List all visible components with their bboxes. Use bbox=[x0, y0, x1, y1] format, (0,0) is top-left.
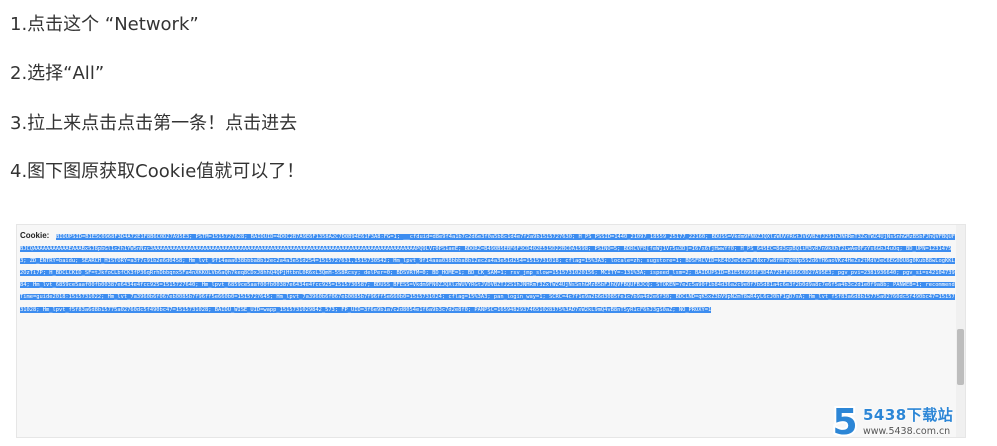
cookie-value: BIDUPSID=B1E5C0968F3D4A72E1F8B6C0D27A95E… bbox=[20, 231, 956, 316]
svg-text:5: 5 bbox=[832, 402, 857, 440]
scrollbar-thumb[interactable] bbox=[957, 329, 964, 385]
step-4-text: 4.图下图原获取Cookie值就可以了！ bbox=[10, 161, 305, 182]
site-watermark: 5 5 5438下载站 www.5438.com.cn bbox=[829, 402, 991, 442]
watermark-site-name: 5438下载站 bbox=[863, 406, 954, 424]
watermark-logo-icon: 5 5 bbox=[830, 402, 859, 440]
step-1-text: 1.点击这个 “Network” bbox=[10, 14, 199, 35]
step-2-text: 2.选择“All” bbox=[10, 63, 105, 84]
cookie-screenshot: BIDUPSID=B1E5C0968F3D4A72E1F8B6C0D27A95E… bbox=[16, 224, 966, 438]
cookie-label: Cookie: bbox=[20, 231, 50, 240]
cookie-value-selection: BIDUPSID=B1E5C0968F3D4A72E1F8B6C0D27A95E… bbox=[20, 234, 955, 313]
step-3-text: 3.拉上来点击点击第一条！点击进去 bbox=[10, 113, 298, 134]
watermark-site-url: www.5438.com.cn bbox=[863, 426, 951, 437]
